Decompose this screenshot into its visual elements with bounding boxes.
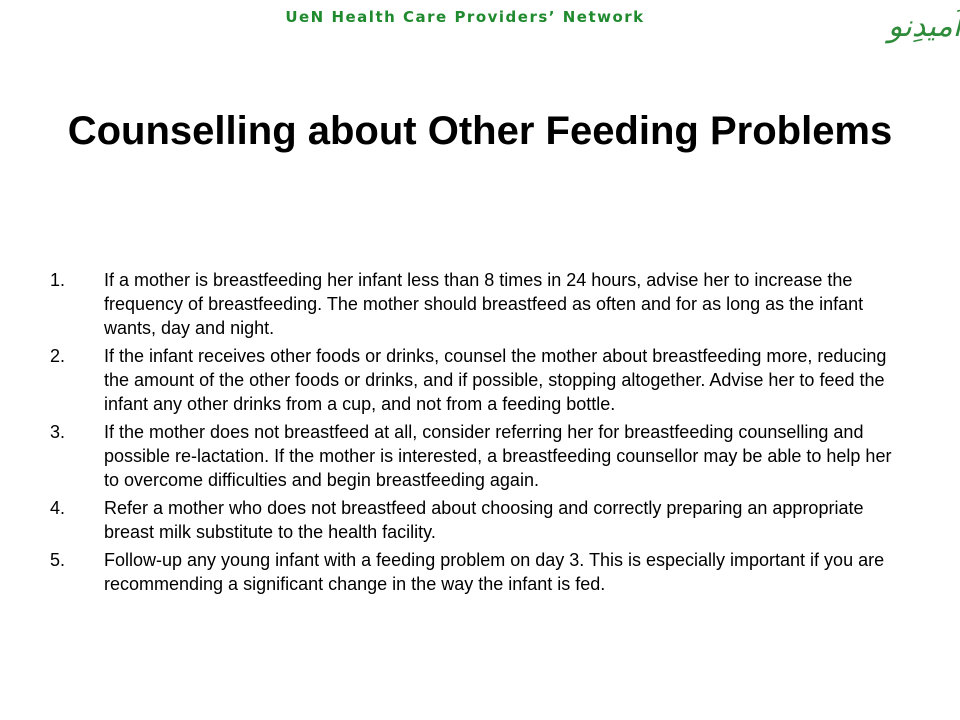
list-item-number: 2. [50,346,66,366]
list-item: 4. Refer a mother who does not breastfee… [50,496,910,544]
list-item-text: Refer a mother who does not breastfeed a… [104,498,864,542]
feeding-problems-list: 1. If a mother is breastfeeding her infa… [50,268,910,600]
list-item-text: If the infant receives other foods or dr… [104,346,887,414]
logo: اُمیدِنو [888,9,960,44]
list-item-text: If the mother does not breastfeed at all… [104,422,892,490]
list-item: 5. Follow-up any young infant with a fee… [50,548,910,596]
list-item-number: 4. [50,498,66,518]
slide-title: Counselling about Other Feeding Problems [67,109,893,153]
list-item-text: If a mother is breastfeeding her infant … [104,270,864,338]
list-item: 3. If the mother does not breastfeed at … [50,420,910,492]
list-item: 1. If a mother is breastfeeding her infa… [50,268,910,340]
list-item-number: 5. [50,550,66,570]
network-name: UeN Health Care Providers’ Network [285,8,645,26]
list-item-number: 1. [50,270,66,290]
list-item-number: 3. [50,422,66,442]
list-item: 2. If the infant receives other foods or… [50,344,910,416]
list-item-text: Follow-up any young infant with a feedin… [104,550,885,594]
